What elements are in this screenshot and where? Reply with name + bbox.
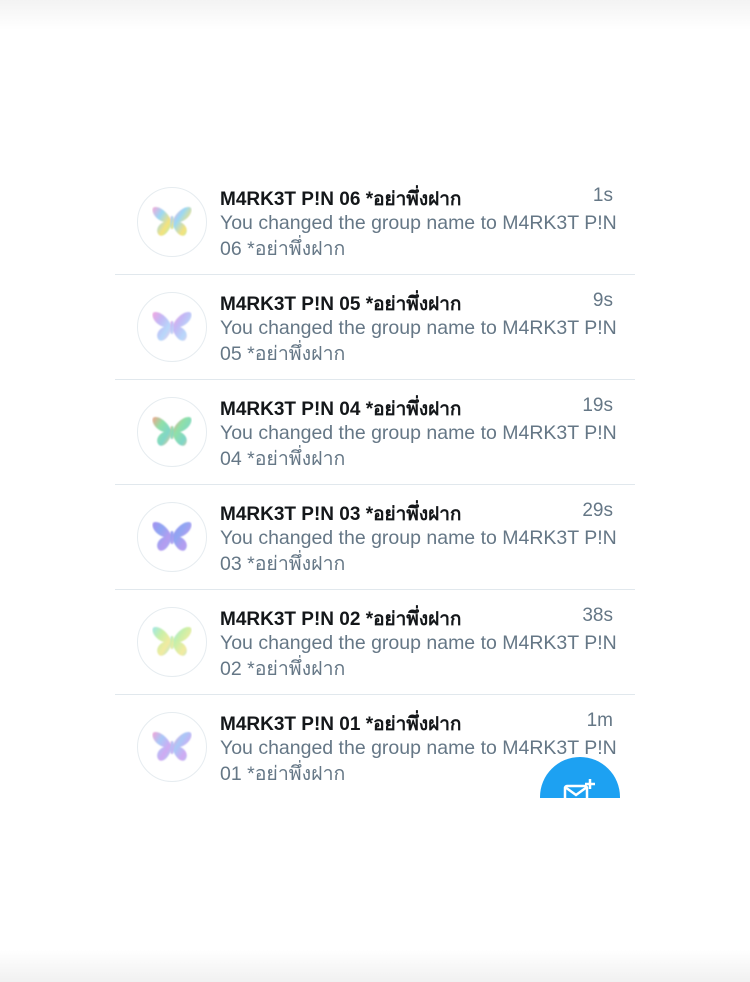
top-edge-shade xyxy=(0,0,750,30)
conversation-preview: You changed the group name to M4RK3T P!N… xyxy=(220,212,617,260)
dm-screen: M4RK3T P!N 06 *อย่าพึ่งฝาก 1s You change… xyxy=(0,0,750,982)
conversation-time: 19s xyxy=(582,395,613,416)
butterfly-icon xyxy=(152,415,192,449)
butterfly-icon xyxy=(152,310,192,344)
group-avatar[interactable] xyxy=(137,187,207,257)
group-avatar[interactable] xyxy=(137,397,207,467)
conversation-item[interactable]: M4RK3T P!N 03 *อย่าพึ่งฝาก 29s You chang… xyxy=(115,485,635,590)
new-message-icon xyxy=(562,777,598,798)
group-avatar[interactable] xyxy=(137,607,207,677)
conversation-item[interactable]: M4RK3T P!N 04 *อย่าพึ่งฝาก 19s You chang… xyxy=(115,380,635,485)
group-avatar[interactable] xyxy=(137,292,207,362)
conversation-time: 1s xyxy=(592,185,613,206)
conversation-time: 29s xyxy=(582,500,613,521)
conversation-time: 38s xyxy=(582,605,613,626)
group-avatar[interactable] xyxy=(137,502,207,572)
conversation-preview: You changed the group name to M4RK3T P!N… xyxy=(220,317,617,365)
conversation-preview: You changed the group name to M4RK3T P!N… xyxy=(220,632,617,680)
bottom-edge-shade xyxy=(0,950,750,982)
conversation-preview: You changed the group name to M4RK3T P!N… xyxy=(220,527,617,575)
butterfly-icon xyxy=(152,205,192,239)
conversation-item[interactable]: M4RK3T P!N 05 *อย่าพึ่งฝาก 9s You change… xyxy=(115,275,635,380)
group-avatar[interactable] xyxy=(137,712,207,782)
butterfly-icon xyxy=(152,730,192,764)
conversation-time: 1m xyxy=(586,710,613,731)
butterfly-icon xyxy=(152,625,192,659)
conversation-item[interactable]: M4RK3T P!N 02 *อย่าพึ่งฝาก 38s You chang… xyxy=(115,590,635,695)
conversation-time: 9s xyxy=(592,290,613,311)
conversation-item[interactable]: M4RK3T P!N 06 *อย่าพึ่งฝาก 1s You change… xyxy=(115,170,635,275)
butterfly-icon xyxy=(152,520,192,554)
conversation-preview: You changed the group name to M4RK3T P!N… xyxy=(220,422,617,470)
conversation-list[interactable]: M4RK3T P!N 06 *อย่าพึ่งฝาก 1s You change… xyxy=(115,170,635,798)
